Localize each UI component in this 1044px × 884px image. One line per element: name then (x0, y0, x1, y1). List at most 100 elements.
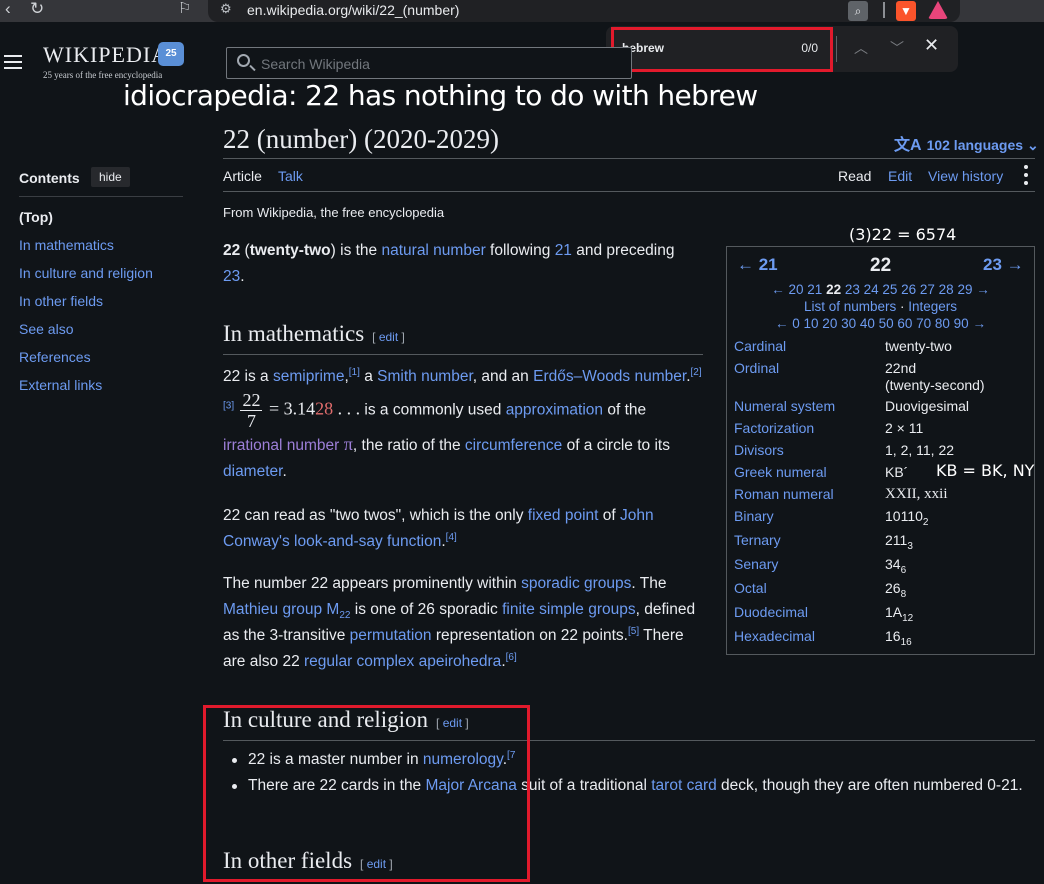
link-list-of-numbers[interactable]: List of numbers (804, 299, 896, 314)
citation[interactable]: [1] (349, 367, 360, 378)
row-label[interactable]: Factorization (734, 420, 814, 436)
link-21[interactable]: 21 (555, 242, 572, 259)
link-mathieu-group[interactable]: Mathieu group M22 (223, 601, 350, 621)
row-label[interactable]: Senary (734, 556, 778, 572)
row-label[interactable]: Ordinal (734, 360, 779, 376)
link-natural-number[interactable]: natural number (381, 242, 485, 259)
link-irrational-number[interactable]: irrational number (223, 437, 339, 454)
value-digits: 1A (885, 604, 903, 620)
pi-symbol: π (339, 434, 353, 454)
math-paragraph-1: 22 is a semiprime,[1] a Smith number, an… (223, 364, 705, 485)
row-value: 2 × 11 (885, 420, 924, 436)
back-icon[interactable]: ‹ (5, 0, 11, 18)
link-integers[interactable]: Integers (908, 299, 957, 314)
toc-item-external-links[interactable]: External links (19, 377, 153, 405)
site-settings-icon[interactable]: ⚙ (220, 1, 232, 17)
citation[interactable]: [5] (628, 626, 639, 637)
toc-item-mathematics[interactable]: In mathematics (19, 237, 153, 265)
link-apeirohedra[interactable]: regular complex apeirohedra (304, 653, 501, 670)
link-fixed-point[interactable]: fixed point (528, 507, 599, 524)
link-circumference[interactable]: circumference (465, 437, 562, 454)
toc-item-see-also[interactable]: See also (19, 321, 153, 349)
chevron-down-icon: ⌄ (1026, 137, 1039, 153)
close-icon[interactable]: ✕ (924, 35, 939, 56)
row-value: 101102 (885, 508, 929, 528)
find-next-icon[interactable]: ﹀ (890, 38, 904, 58)
citation[interactable]: [6] (506, 652, 517, 663)
row-label[interactable]: Numeral system (734, 398, 835, 414)
toc-item-references[interactable]: References (19, 349, 153, 377)
anniversary-puzzle-icon[interactable]: 25 (158, 42, 184, 66)
language-count[interactable]: 102 languages (927, 137, 1024, 153)
row-label[interactable]: Hexadecimal (734, 628, 815, 644)
find-in-page-icon[interactable]: ⌕ (848, 1, 868, 21)
row-label[interactable]: Binary (734, 508, 774, 524)
row-value: 2113 (885, 532, 913, 551)
row-value: 1616 (885, 628, 912, 647)
value-line: (twenty-second) (885, 377, 985, 393)
tab-talk[interactable]: Talk (278, 168, 303, 184)
row-value: 1A12 (885, 604, 913, 623)
brave-shield-icon[interactable]: ▼ (896, 1, 916, 21)
toc-hide-button[interactable]: hide (91, 167, 130, 187)
row-value: twenty-two (885, 338, 952, 354)
infobox-nav-lists: List of numbers · Integers (727, 299, 1034, 314)
toc-item-culture[interactable]: In culture and religion (19, 265, 153, 293)
row-label[interactable]: Octal (734, 580, 767, 596)
link-permutation[interactable]: permutation (350, 627, 432, 644)
infobox-prev-link[interactable]: ← 21 (737, 255, 778, 275)
find-previous-icon[interactable]: ︿ (854, 38, 868, 58)
link-erdos-woods[interactable]: Erdős–Woods number (533, 368, 686, 385)
row-label[interactable]: Greek numeral (734, 464, 827, 480)
nav-text[interactable]: 23 24 25 26 27 28 29 → (841, 282, 990, 297)
url-text[interactable]: en.wikipedia.org/wiki/22_(number) (247, 2, 459, 18)
brave-rewards-icon[interactable] (928, 1, 948, 19)
link-finite-simple-groups[interactable]: finite simple groups (502, 601, 636, 618)
link-smith-number[interactable]: Smith number (377, 368, 473, 385)
reload-icon[interactable]: ↻ (30, 0, 44, 18)
wikipedia-wordmark[interactable]: WIKIPEDIA (43, 42, 168, 68)
search-placeholder[interactable]: Search Wikipedia (261, 56, 370, 72)
edit-link[interactable]: edit (379, 330, 398, 344)
tab-edit[interactable]: Edit (888, 168, 912, 184)
section-edit: [ edit ] (372, 330, 405, 344)
infobox-nav-tens[interactable]: ← 0 10 20 30 40 50 60 70 80 90 → (727, 316, 1034, 331)
tab-article[interactable]: Article (223, 168, 262, 184)
language-button[interactable]: 文A 102 languages ⌄ (894, 131, 1039, 155)
tab-read[interactable]: Read (838, 168, 871, 184)
citation[interactable]: [4] (446, 532, 457, 543)
find-divider (836, 36, 837, 62)
row-label[interactable]: Cardinal (734, 338, 786, 354)
more-options-icon[interactable] (1024, 165, 1028, 189)
lead-text: ) is the (330, 242, 382, 259)
main-menu-icon[interactable] (4, 55, 22, 73)
text: representation on 22 points. (431, 627, 628, 644)
row-label[interactable]: Divisors (734, 442, 784, 458)
infobox-next-link[interactable]: 23 → (983, 255, 1024, 275)
nav-text[interactable]: ← 20 21 (771, 282, 826, 297)
row-label[interactable]: Ternary (734, 532, 781, 548)
row-label[interactable]: Roman numeral (734, 486, 834, 502)
tab-view-history[interactable]: View history (928, 168, 1003, 184)
link-tarot-card[interactable]: tarot card (651, 777, 716, 794)
value-base: 2 (922, 516, 929, 528)
search-input[interactable]: Search Wikipedia (226, 47, 632, 79)
toc-item-top[interactable]: (Top) (19, 209, 153, 237)
row-label[interactable]: Duodecimal (734, 604, 808, 620)
link-23[interactable]: 23 (223, 268, 240, 285)
meme-caption: idiocrapedia: 22 has nothing to do with … (123, 79, 758, 112)
lead-text: following (485, 242, 555, 259)
lead-text: ( (240, 242, 250, 259)
infobox-nav-range[interactable]: ← 20 21 22 23 24 25 26 27 28 29 → (727, 282, 1034, 297)
link-text[interactable]: Mathieu group M (223, 601, 339, 618)
link-semiprime[interactable]: semiprime (273, 368, 344, 385)
text: is one of 26 sporadic (350, 601, 503, 618)
link-diameter[interactable]: diameter (223, 463, 282, 480)
link-approximation[interactable]: approximation (506, 402, 603, 419)
link-sporadic-groups[interactable]: sporadic groups (521, 575, 631, 592)
subscript[interactable]: 22 (339, 610, 350, 621)
address-bar[interactable]: ⚙ en.wikipedia.org/wiki/22_(number) ⌕ ▼ (208, 0, 960, 22)
page-title: 22 (number) (2020-2029) (223, 124, 499, 154)
toc-item-other-fields[interactable]: In other fields (19, 293, 153, 321)
bookmark-icon[interactable]: ⚐ (178, 0, 191, 18)
